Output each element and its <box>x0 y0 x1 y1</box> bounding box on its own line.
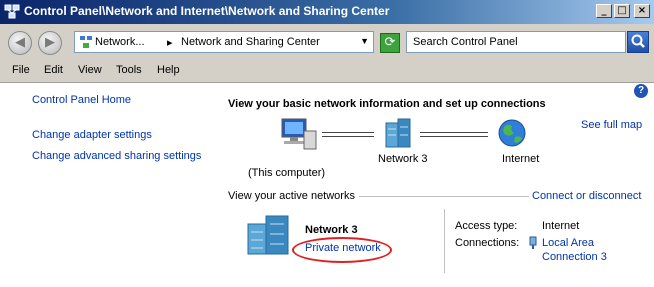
menu-file[interactable]: File <box>12 64 30 76</box>
search-button[interactable] <box>627 31 649 53</box>
change-advanced-sharing-link[interactable]: Change advanced sharing settings <box>32 150 201 162</box>
address-toolbar: ◀ ▶ Network... ▸ Network and Sharing Cen… <box>0 24 654 59</box>
forward-button[interactable]: ▶ <box>38 31 62 55</box>
highlight-circle <box>292 237 392 263</box>
chevron-down-icon[interactable]: ▼ <box>360 36 369 46</box>
maximize-button[interactable]: □ <box>614 4 630 18</box>
breadcrumb-sharing-center[interactable]: Network and Sharing Center <box>181 36 320 48</box>
window-title: Control Panel\Network and Internet\Netwo… <box>24 4 390 18</box>
network-folder-icon <box>80 36 92 48</box>
chevron-right-icon: ▸ <box>167 37 173 49</box>
connect-disconnect-link[interactable]: Connect or disconnect <box>532 190 641 202</box>
close-button[interactable]: × <box>634 4 650 18</box>
help-icon[interactable]: ? <box>634 84 648 98</box>
menu-tools[interactable]: Tools <box>116 64 142 76</box>
menu-help[interactable]: Help <box>157 64 180 76</box>
menu-edit[interactable]: Edit <box>44 64 63 76</box>
computer-icon <box>281 118 317 150</box>
change-adapter-settings-link[interactable]: Change adapter settings <box>32 129 152 141</box>
divider <box>359 196 529 197</box>
vertical-divider <box>444 209 445 273</box>
menu-view[interactable]: View <box>78 64 102 76</box>
title-bar: Control Panel\Network and Internet\Netwo… <box>0 0 654 24</box>
search-input[interactable]: Search Control Panel <box>406 31 626 53</box>
connections-label: Connections: <box>455 237 520 249</box>
minimize-button[interactable]: _ <box>596 4 612 18</box>
internet-label: Internet <box>502 153 540 165</box>
connector-line <box>420 132 488 137</box>
address-field[interactable]: Network... ▸ Network and Sharing Center … <box>74 31 374 53</box>
network-building-icon <box>385 118 411 148</box>
connector-line <box>322 132 374 137</box>
access-type-label: Access type: <box>455 220 518 232</box>
active-networks-label: View your active networks <box>228 190 355 202</box>
this-computer-label: (This computer) <box>248 167 326 179</box>
globe-icon <box>498 119 526 147</box>
refresh-button[interactable]: ⟳ <box>380 33 400 53</box>
network-building-icon <box>247 215 289 255</box>
network-center-icon <box>4 4 20 19</box>
access-type-value: Internet <box>542 220 580 232</box>
connection-link-line1[interactable]: Local Area <box>542 237 594 249</box>
network-adapter-icon <box>529 236 537 249</box>
network-name: Network 3 <box>305 224 358 236</box>
back-button[interactable]: ◀ <box>8 31 32 55</box>
see-full-map-link[interactable]: See full map <box>581 119 642 131</box>
connection-link-line2[interactable]: Connection 3 <box>542 251 607 263</box>
search-icon <box>631 34 645 48</box>
network-map-label: Network 3 <box>378 153 428 165</box>
control-panel-home-link[interactable]: Control Panel Home <box>32 94 131 106</box>
breadcrumb-network[interactable]: Network... <box>95 36 145 48</box>
content-pane: ? Control Panel Home Change adapter sett… <box>0 83 654 287</box>
menu-bar: File Edit View Tools Help <box>0 59 654 83</box>
page-heading: View your basic network information and … <box>228 98 546 110</box>
